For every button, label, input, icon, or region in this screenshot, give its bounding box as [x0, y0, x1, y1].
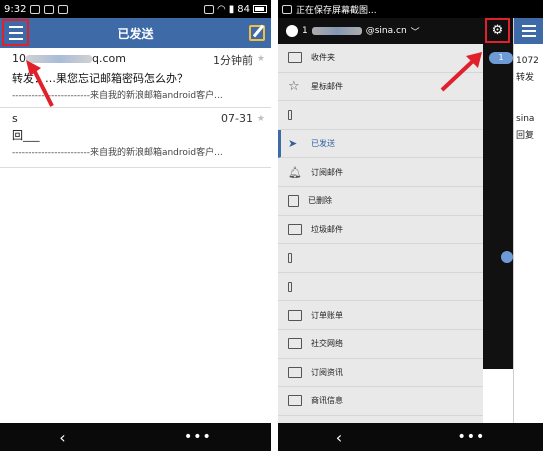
- peek-subject: 转发: [516, 73, 535, 83]
- folder-label: 垃圾邮件: [311, 224, 343, 234]
- back-button[interactable]: ‹: [336, 428, 342, 447]
- folder-label: 已删除: [308, 196, 332, 206]
- folder-other[interactable]: [278, 273, 483, 302]
- settings-button[interactable]: ⚙: [485, 18, 510, 43]
- hamburger-line: [8, 31, 23, 34]
- chevron-down-icon: ﹀: [410, 27, 420, 38]
- trash-icon: [288, 194, 299, 207]
- folder-icon: [288, 395, 302, 407]
- drawer-shadow: [483, 44, 513, 369]
- folder-icon: [288, 366, 302, 378]
- folder-social[interactable]: 社交网络: [278, 330, 483, 359]
- signal-icon: ▮: [228, 3, 235, 15]
- peek-sender: 1072: [516, 56, 539, 66]
- folder-news[interactable]: 订阅资讯: [278, 359, 483, 388]
- account-switcher[interactable]: 1 @sina.cn ﹀: [278, 18, 513, 44]
- unread-count-badge: 1: [489, 52, 513, 64]
- alarm-icon: [204, 4, 215, 14]
- sender-domain: q.com: [92, 52, 126, 65]
- outbox-icon: [288, 281, 292, 292]
- mail-time: 07-31: [221, 112, 253, 125]
- status-bar: 正在保存屏幕截图...: [278, 0, 543, 18]
- folder-subscriptions[interactable]: 🔔︎ 订阅邮件: [278, 158, 483, 187]
- status-bar: 9:32 ◠ ▮ 84: [0, 0, 271, 18]
- image-icon: [282, 4, 292, 14]
- hamburger-line: [8, 37, 23, 40]
- image-icon: [44, 4, 55, 14]
- bottom-nav: ‹ •••: [0, 423, 271, 451]
- right-phone-screen: 正在保存屏幕截图... 1 @sina.cn ﹀ ⚙ 1072 转发 sina …: [278, 0, 543, 451]
- hamburger-icon: [8, 25, 23, 28]
- folder-business[interactable]: 商讯信息: [278, 387, 483, 416]
- folder-label: 订阅邮件: [311, 167, 343, 177]
- battery-level: 84: [237, 3, 250, 15]
- redacted-text: [311, 27, 362, 35]
- folder-icon: [288, 309, 302, 321]
- folder-orders[interactable]: 订单账单: [278, 301, 483, 330]
- folder-label: 已发送: [311, 139, 335, 149]
- usb-icon: [58, 4, 69, 14]
- status-time: 9:32: [4, 3, 27, 15]
- wifi-icon: ◠: [217, 3, 226, 15]
- battery-icon: [253, 5, 267, 13]
- annotation-arrow-icon: [440, 52, 482, 92]
- outbox-icon: [288, 252, 292, 263]
- page-title: 已发送: [117, 26, 154, 41]
- mail-item[interactable]: s 07-31 ★ 回___ ------------------------来…: [0, 108, 271, 168]
- mail-time: 1分钟前: [213, 54, 253, 67]
- annotation-arrow-icon: [26, 60, 54, 107]
- folder-outbox[interactable]: [278, 244, 513, 273]
- peek-subject: 回复: [516, 131, 535, 141]
- star-icon: ☆: [288, 78, 300, 94]
- folder-label: 社交网络: [311, 339, 343, 349]
- send-icon: ➤: [288, 137, 298, 151]
- folder-drafts[interactable]: [278, 101, 483, 130]
- bell-icon: 🔔︎: [288, 165, 302, 179]
- folder-list: 收件夹 1 ☆ 星标邮件 ➤ 已发送 🔔︎ 订阅邮件 已删除 垃圾邮件 订单账单…: [278, 44, 513, 416]
- sender-prefix: 10: [12, 52, 26, 65]
- gear-icon: ⚙: [491, 23, 504, 38]
- folder-label: 商讯信息: [311, 396, 343, 406]
- compose-button[interactable]: [249, 25, 265, 41]
- folder-spam[interactable]: 垃圾邮件: [278, 216, 483, 245]
- avatar: [286, 25, 298, 37]
- more-button[interactable]: •••: [184, 429, 212, 445]
- peek-menu-icon: [514, 18, 543, 44]
- mail-sender: s: [12, 112, 18, 125]
- message-icon: [30, 4, 41, 14]
- draft-icon: [288, 109, 292, 120]
- mail-icon: [288, 52, 302, 64]
- menu-button[interactable]: [2, 19, 29, 46]
- underlying-mail-list: 1072 转发 sina 回复: [513, 18, 543, 423]
- star-icon[interactable]: ★: [257, 114, 265, 124]
- folder-label: 收件夹: [311, 53, 335, 63]
- folder-sent[interactable]: ➤ 已发送: [278, 129, 483, 159]
- folder-deleted[interactable]: 已删除: [278, 187, 483, 216]
- folder-icon: [288, 338, 302, 350]
- mail-preview: ------------------------来自我的新浪邮箱android客…: [12, 148, 223, 158]
- account-email: @sina.cn: [365, 26, 407, 36]
- star-icon[interactable]: ★: [257, 54, 265, 64]
- folder-label: 订单账单: [311, 310, 343, 320]
- status-notification: 正在保存屏幕截图...: [296, 5, 377, 16]
- left-phone-screen: 9:32 ◠ ▮ 84 已发送 10 q.com 1分钟前 ★ 转发：…果您忘记…: [0, 0, 271, 451]
- back-button[interactable]: ‹: [59, 428, 65, 447]
- bottom-nav: ‹ •••: [278, 423, 543, 451]
- peek-sender: sina: [516, 114, 535, 124]
- spam-icon: [288, 223, 302, 235]
- account-prefix: 1: [302, 26, 308, 36]
- mail-subject: 回___: [12, 129, 40, 142]
- folder-label: 星标邮件: [311, 81, 343, 91]
- more-button[interactable]: •••: [458, 429, 486, 445]
- app-bar: 已发送: [0, 18, 271, 48]
- folder-label: 订阅资讯: [311, 367, 343, 377]
